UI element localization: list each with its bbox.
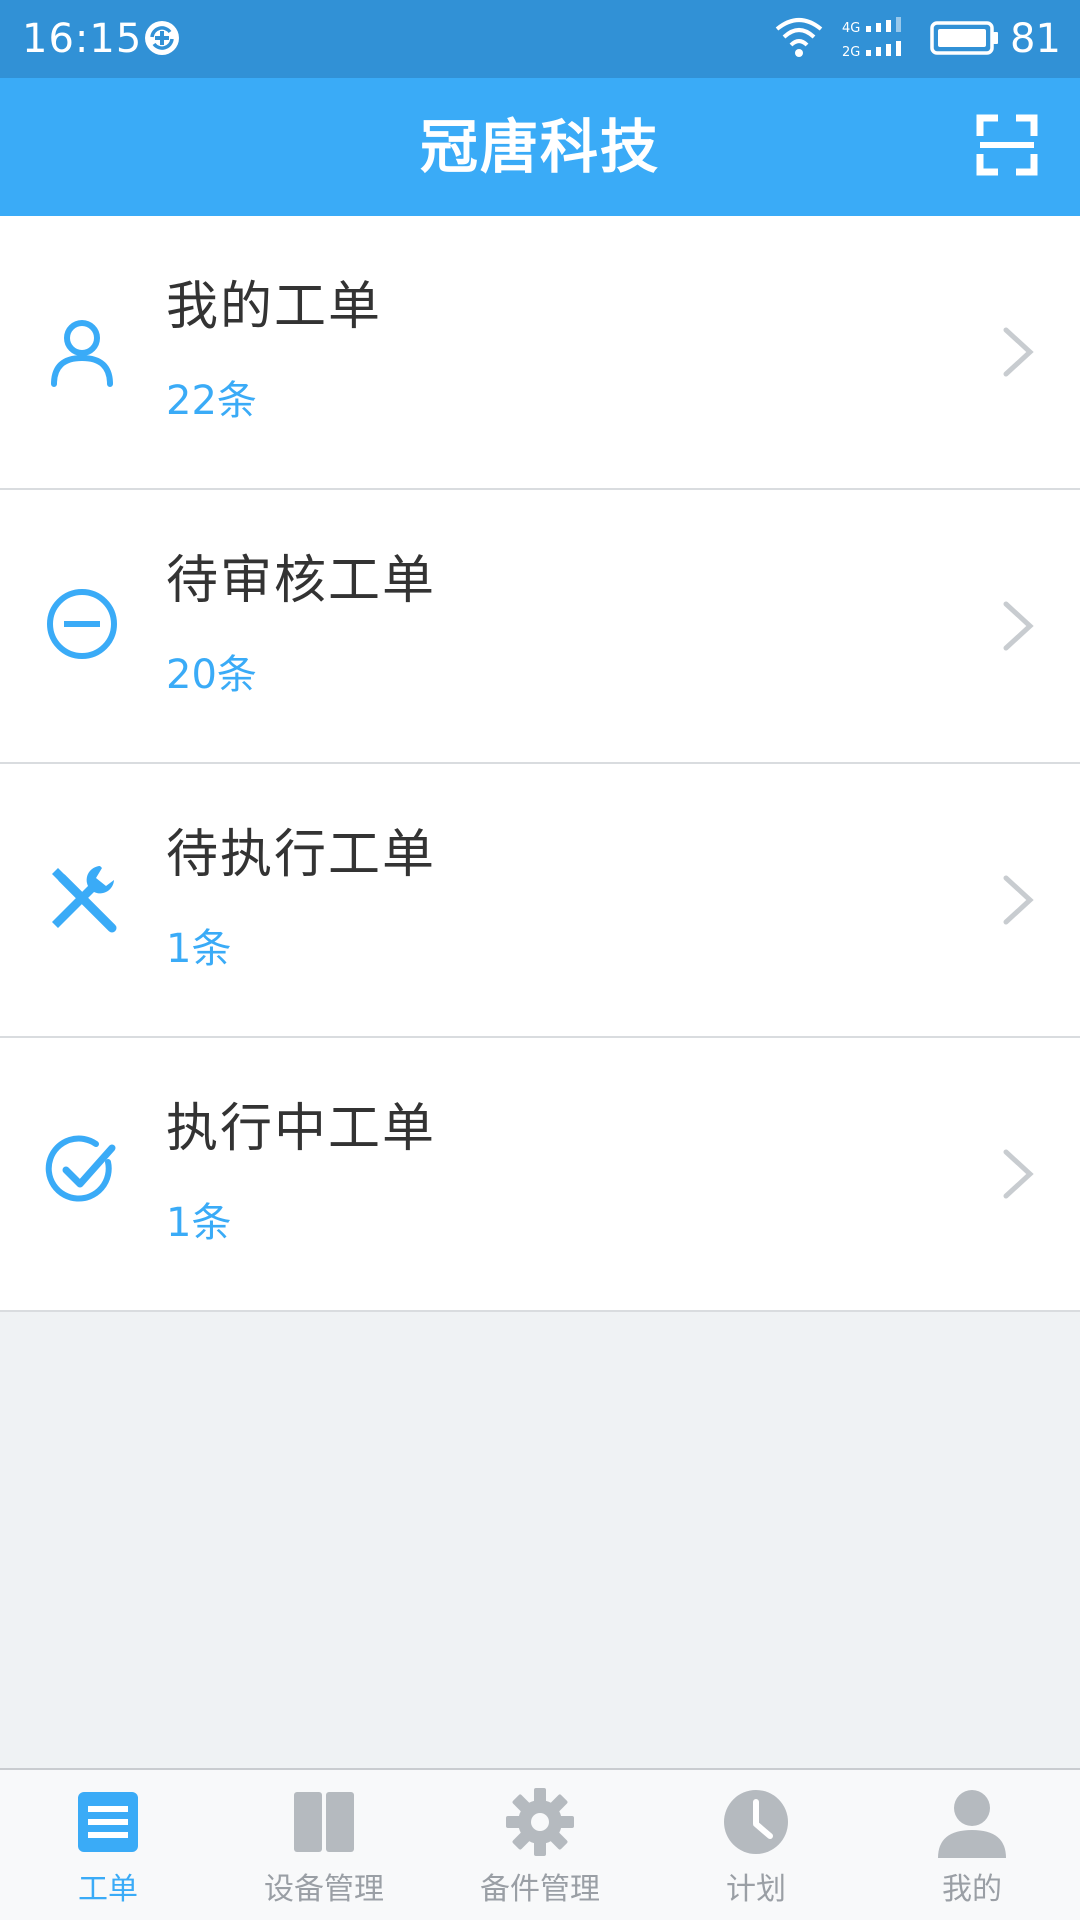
item-count: 22条 (166, 378, 257, 424)
chevron-right-icon (1003, 1149, 1034, 1199)
tools-icon (52, 866, 117, 933)
list-item-in-progress[interactable]: 执行中工单 1条 (0, 1038, 1080, 1312)
person-icon (938, 1790, 1006, 1858)
list-item-pending-execution[interactable]: 待执行工单 1条 (0, 764, 1080, 1038)
bottom-tab-bar: 工单 设备管理 备件管理 计划 我的 (0, 1768, 1080, 1920)
list-icon (78, 1792, 138, 1852)
sync-icon (145, 21, 179, 55)
chevron-right-icon (1003, 875, 1034, 925)
tab-work-orders[interactable]: 工单 (0, 1770, 216, 1920)
battery-icon (930, 21, 998, 55)
battery-level: 81 (1010, 16, 1061, 62)
tab-label: 备件管理 (480, 1872, 600, 1907)
list-item-pending-review[interactable]: 待审核工单 20条 (0, 490, 1080, 764)
app-title: 冠唐科技 (419, 113, 660, 181)
user-icon (51, 320, 113, 387)
clock-icon (724, 1790, 788, 1854)
signal-icon: 4G 2G (842, 17, 901, 60)
gear-icon (506, 1788, 574, 1856)
item-count: 1条 (166, 1200, 232, 1246)
status-bar: 16:15 4G 2G 81 (0, 0, 1080, 78)
status-time: 16:15 (22, 16, 143, 62)
tab-device-management[interactable]: 设备管理 (216, 1770, 432, 1920)
item-count: 20条 (166, 652, 257, 698)
item-count: 1条 (166, 926, 232, 972)
chevron-right-icon (1003, 601, 1034, 651)
item-title: 执行中工单 (166, 1099, 437, 1159)
tab-label: 工单 (78, 1872, 138, 1907)
tab-label: 我的 (942, 1872, 1002, 1907)
list-item-my-work-orders[interactable]: 我的工单 22条 (0, 216, 1080, 490)
app-header: 冠唐科技 (0, 78, 1080, 216)
svg-text:2G: 2G (842, 45, 860, 60)
scan-icon[interactable] (976, 114, 1038, 176)
item-title: 待审核工单 (166, 551, 437, 611)
minus-circle-icon (47, 589, 117, 659)
wifi-icon (775, 18, 823, 57)
device-icon (294, 1792, 354, 1852)
tab-label: 计划 (726, 1872, 786, 1907)
tab-label: 设备管理 (264, 1872, 384, 1907)
work-order-list: 我的工单 22条 待审核工单 20条 待执行工单 1条 执行中工单 1条 (0, 216, 1080, 1312)
svg-text:4G: 4G (842, 21, 860, 36)
tab-plan[interactable]: 计划 (648, 1770, 864, 1920)
item-title: 待执行工单 (166, 825, 437, 885)
check-circle-icon (45, 1135, 116, 1202)
tab-spare-parts[interactable]: 备件管理 (432, 1770, 648, 1920)
item-title: 我的工单 (166, 277, 383, 337)
tab-mine[interactable]: 我的 (864, 1770, 1080, 1920)
chevron-right-icon (1003, 327, 1034, 377)
